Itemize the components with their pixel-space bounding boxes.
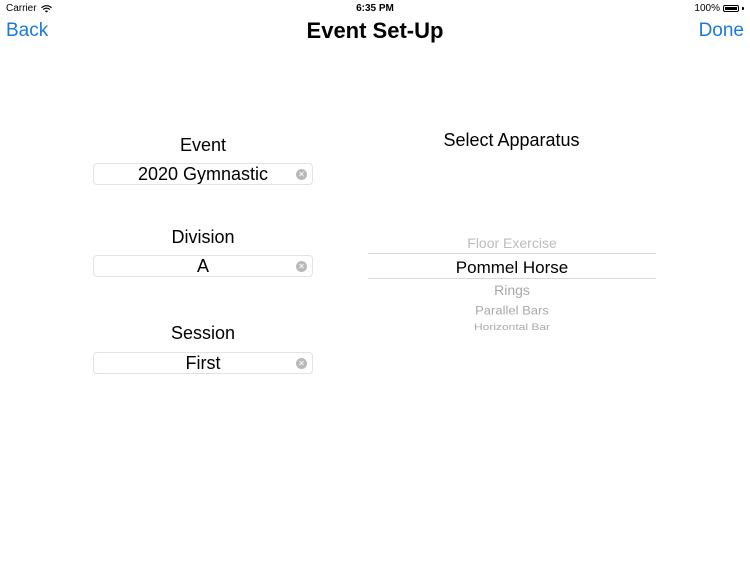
picker-option[interactable]: Parallel Bars <box>368 304 656 318</box>
apparatus-picker[interactable]: Floor Exercise Pommel Horse Rings Parall… <box>368 232 656 332</box>
battery-icon <box>723 5 739 12</box>
event-label: Event <box>179 135 227 155</box>
picker-option[interactable]: Horizontal Bar <box>368 322 656 332</box>
page-title: Event Set-Up <box>306 18 444 43</box>
status-bar: Carrier 6:35 PM 100% <box>0 0 750 16</box>
picker-selection-top-line <box>368 253 656 254</box>
battery-percent: 100% <box>694 3 720 14</box>
event-field-value: 2020 Gymnastic <box>137 164 269 184</box>
status-time: 6:35 PM <box>356 3 394 14</box>
session-field-value: First <box>185 353 221 373</box>
session-label: Session <box>170 323 236 343</box>
battery-tip <box>742 7 744 10</box>
navigation-bar: Back Event Set-Up Done <box>0 16 750 46</box>
picker-selection-bottom-line <box>368 278 656 279</box>
session-field[interactable]: First ✕ <box>93 352 313 374</box>
picker-option[interactable]: Rings <box>368 282 656 298</box>
clear-icon[interactable]: ✕ <box>296 261 307 272</box>
apparatus-title: Select Apparatus <box>443 130 580 150</box>
division-label: Division <box>171 227 235 247</box>
clear-icon[interactable]: ✕ <box>296 169 307 180</box>
picker-option-selected[interactable]: Pommel Horse <box>368 258 656 278</box>
clear-icon[interactable]: ✕ <box>296 358 307 369</box>
event-field[interactable]: 2020 Gymnastic ✕ <box>93 163 313 185</box>
division-field[interactable]: A ✕ <box>93 255 313 277</box>
picker-option[interactable]: Floor Exercise <box>368 235 656 251</box>
status-right: 100% <box>694 3 744 14</box>
division-field-value: A <box>196 256 209 276</box>
done-button[interactable]: Done <box>699 20 744 42</box>
